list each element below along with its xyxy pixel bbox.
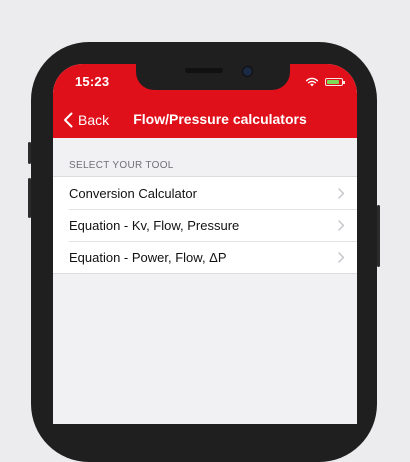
page-title: Flow/Pressure calculators [133,111,307,127]
chevron-right-icon [338,188,345,199]
wifi-icon [305,77,319,87]
side-button-left [28,142,31,164]
app-screen: 15:23 Back Flow/Pressure calculators SEL [53,64,357,424]
list-item-label: Equation - Power, Flow, ΔP [69,249,227,265]
list-item-label: Conversion Calculator [69,185,197,201]
nav-header: 15:23 Back Flow/Pressure calculators [53,64,357,138]
list-item-equation-kv-flow-pressure[interactable]: Equation - Kv, Flow, Pressure [53,209,357,241]
back-button[interactable]: Back [63,110,109,130]
status-time: 15:23 [75,74,110,89]
battery-tip [343,81,345,84]
tool-list: Conversion Calculator Equation - Kv, Flo… [53,176,357,274]
list-item-label: Equation - Kv, Flow, Pressure [69,217,240,233]
list-item-equation-power-flow-dp[interactable]: Equation - Power, Flow, ΔP [53,241,357,273]
side-button-right [377,205,380,267]
battery-level [327,80,339,84]
battery-icon [325,78,345,86]
section-header: SELECT YOUR TOOL [69,160,174,171]
phone-notch [136,64,290,90]
side-button-left-lower [28,178,31,218]
front-camera [242,66,253,77]
chevron-left-icon [64,112,73,128]
back-button-label: Back [78,112,110,128]
chevron-right-icon [338,220,345,231]
list-item-conversion-calculator[interactable]: Conversion Calculator [53,177,357,209]
chevron-right-icon [338,252,345,263]
speaker-grille [185,68,223,73]
